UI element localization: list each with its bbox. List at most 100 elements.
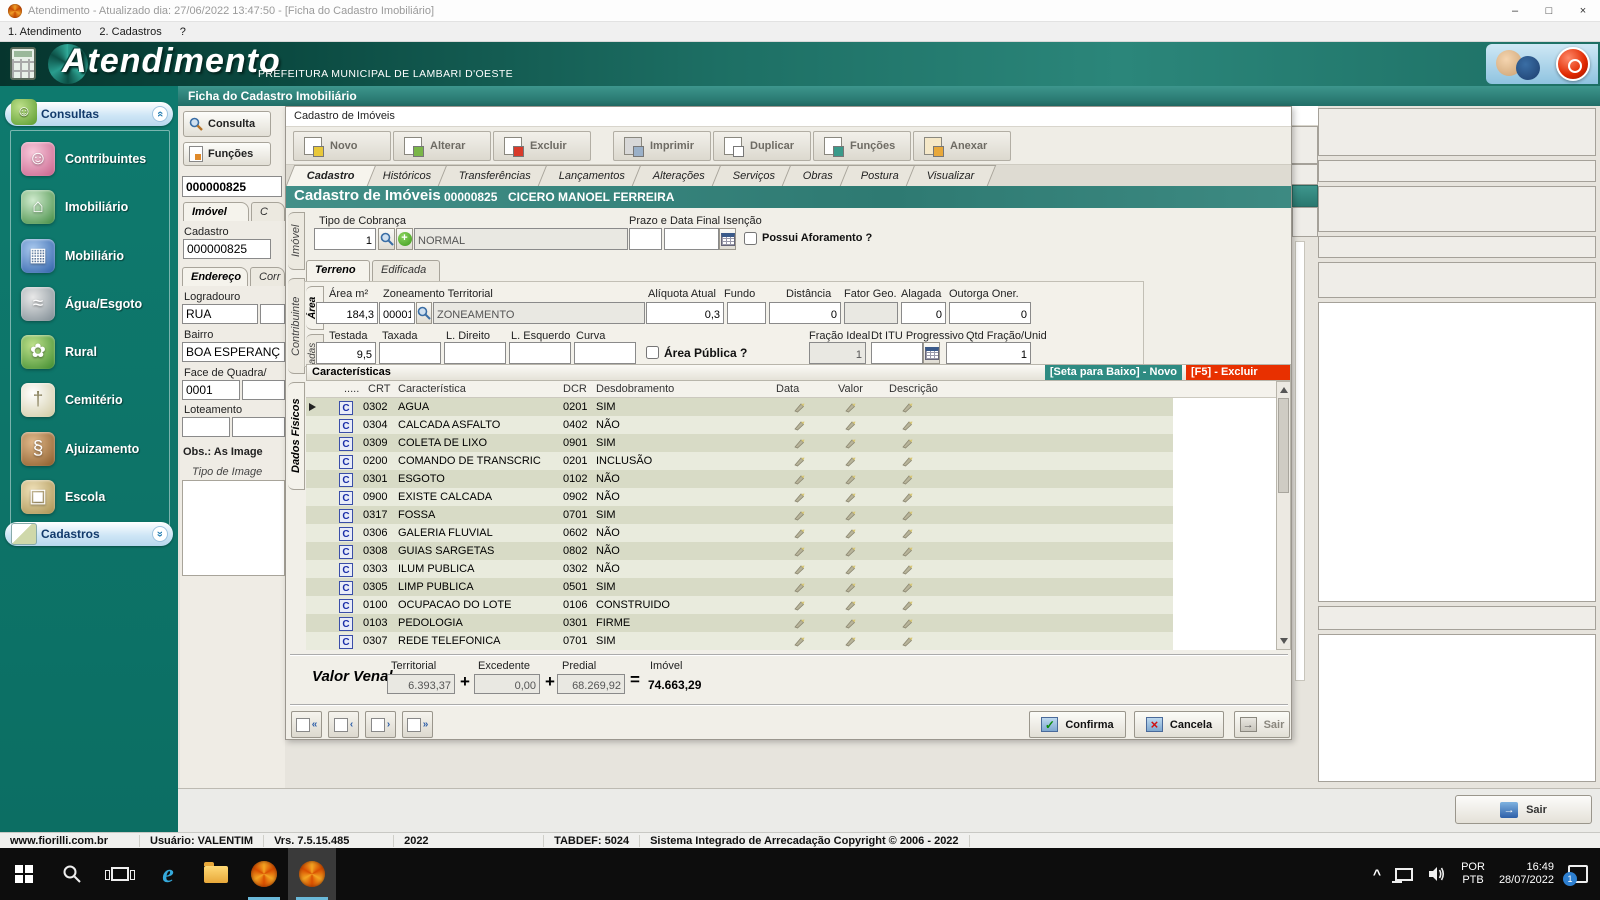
data-isencao-calendar-button[interactable] [719,228,736,250]
qtd-fracao-input[interactable] [946,342,1031,364]
last-record-button[interactable]: » [402,711,433,738]
descricao-edit-icon[interactable] [901,599,913,611]
alterar-button[interactable]: Alterar [393,131,491,161]
testada-input[interactable] [316,342,376,364]
confirma-button[interactable]: ✓ Confirma [1029,711,1126,738]
data-edit-icon[interactable] [793,617,805,629]
col-dcr[interactable]: DCR [563,383,587,395]
close-button[interactable]: × [1566,0,1600,22]
collapse-chevron-icon[interactable]: « [152,106,168,122]
funcoes-button[interactable]: Funções [813,131,911,161]
imagens-list[interactable] [182,480,285,576]
face-quadra-input[interactable] [182,380,240,400]
tipo-cobranca-name-input[interactable] [414,228,628,250]
valor-edit-icon[interactable] [844,563,856,575]
dt-itu-calendar-button[interactable] [923,342,940,364]
fator-geo-input[interactable] [844,302,898,324]
table-row[interactable]: C 0302 AGUA 0201 SIM [306,398,1276,416]
table-row[interactable]: C 0309 COLETA DE LIXO 0901 SIM [306,434,1276,452]
valor-edit-icon[interactable] [844,401,856,413]
task-view-button[interactable] [96,848,144,900]
data-final-isencao-input[interactable] [664,228,719,250]
network-icon[interactable] [1395,868,1413,881]
loteamento-name-input[interactable] [232,417,285,437]
scroll-down-icon[interactable] [1280,638,1288,644]
sidebar-item[interactable]: ≈ Água/Esgoto [11,287,169,321]
l-esquerdo-input[interactable] [509,342,571,364]
side-tab-dados-fisicos[interactable]: Dados Físicos [288,382,305,490]
sidebar-item[interactable]: ⌂ Imobiliário [11,190,169,224]
tipo-cobranca-search-button[interactable] [378,228,395,250]
col-dots[interactable]: ..... [344,383,359,395]
tipo-cobranca-add-button[interactable]: + [396,228,413,250]
table-row[interactable]: C 0303 ILUM PUBLICA 0302 NÃO [306,560,1276,578]
data-edit-icon[interactable] [793,599,805,611]
excluir-button[interactable]: Excluir [493,131,591,161]
col-crt[interactable]: CRT [368,383,390,395]
data-edit-icon[interactable] [793,545,805,557]
valor-edit-icon[interactable] [844,437,856,449]
table-row[interactable]: C 0307 REDE TELEFONICA 0701 SIM [306,632,1276,650]
aliquota-input[interactable] [646,302,724,324]
col-descricao[interactable]: Descrição [889,383,938,395]
area-publica-checkbox[interactable] [646,346,659,359]
menu-item[interactable]: 1. Atendimento [8,26,81,38]
sidebar-item[interactable]: ✿ Rural [11,335,169,369]
notification-center-icon[interactable]: 1 [1568,865,1588,883]
col-desdobramento[interactable]: Desdobramento [596,383,674,395]
table-row[interactable]: C 0103 PEDOLOGIA 0301 FIRME [306,614,1276,632]
dt-itu-input[interactable] [871,342,923,364]
first-record-button[interactable]: « [291,711,322,738]
expand-chevron-icon[interactable]: « [152,526,168,542]
col-caracteristica[interactable]: Característica [398,383,466,395]
table-row[interactable]: C 0301 ESGOTO 0102 NÃO [306,470,1276,488]
tab-visualizar[interactable]: Visualizar [906,165,996,186]
tray-chevron-icon[interactable]: ^ [1373,866,1381,882]
descricao-edit-icon[interactable] [901,635,913,647]
table-row[interactable]: C 0304 CALCADA ASFALTO 0402 NÃO [306,416,1276,434]
prazo-isencao-input[interactable] [629,228,662,250]
data-edit-icon[interactable] [793,491,805,503]
l-direito-input[interactable] [444,342,506,364]
table-row[interactable]: C 0305 LIMP PUBLICA 0501 SIM [306,578,1276,596]
col-valor[interactable]: Valor [838,383,863,395]
aforamento-checkbox[interactable] [744,232,757,245]
prev-record-button[interactable]: ‹ [328,711,359,738]
sidebar-item[interactable]: ☺ Contribuintes [11,142,169,176]
data-edit-icon[interactable] [793,563,805,575]
scroll-up-icon[interactable] [1280,387,1288,393]
bairro-input[interactable] [182,342,285,362]
col-data[interactable]: Data [776,383,799,395]
descricao-edit-icon[interactable] [901,563,913,575]
clock[interactable]: 16:49 28/07/2022 [1499,861,1554,887]
consulta-button[interactable]: Consulta [183,111,271,137]
valor-edit-icon[interactable] [844,491,856,503]
face-quadra-extra-input[interactable] [242,380,285,400]
tab-edificada[interactable]: Edificada [372,260,440,281]
minimize-button[interactable]: – [1498,0,1532,22]
valor-edit-icon[interactable] [844,473,856,485]
descricao-edit-icon[interactable] [901,509,913,521]
taskbar-search-button[interactable] [48,848,96,900]
tab-contribuinte-cut[interactable]: C [251,202,285,221]
language-indicator[interactable]: POR PTB [1461,861,1485,887]
descricao-edit-icon[interactable] [901,491,913,503]
data-edit-icon[interactable] [793,455,805,467]
funcoes-button[interactable]: Funções [183,142,271,166]
data-edit-icon[interactable] [793,635,805,647]
table-row[interactable]: C 0900 EXISTE CALCADA 0902 NÃO [306,488,1276,506]
descricao-edit-icon[interactable] [901,419,913,431]
outorga-input[interactable] [949,302,1031,324]
table-row[interactable]: C 0200 COMANDO DE TRANSCRIC 0201 INCLUSÃ… [306,452,1276,470]
valor-edit-icon[interactable] [844,599,856,611]
data-edit-icon[interactable] [793,437,805,449]
sidebar-item[interactable]: § Ajuizamento [11,432,169,466]
loteamento-code-input[interactable] [182,417,230,437]
menu-item[interactable]: 2. Cadastros [99,26,161,38]
start-button[interactable] [0,848,48,900]
fracao-ideal-input[interactable] [809,342,866,364]
zoneamento-name-input[interactable] [433,302,645,324]
imprimir-button[interactable]: Imprimir [613,131,711,161]
descricao-edit-icon[interactable] [901,473,913,485]
fundo-input[interactable] [727,302,766,324]
